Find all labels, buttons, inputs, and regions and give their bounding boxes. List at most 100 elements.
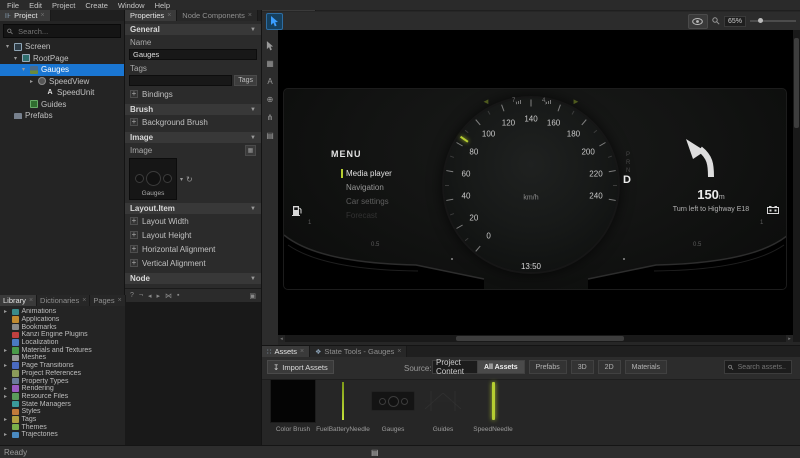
expander-icon[interactable]: ▸ xyxy=(2,393,9,400)
menu-file[interactable]: File xyxy=(2,1,24,10)
section-image[interactable]: Image ▼ xyxy=(125,132,261,143)
tab-state-tools-gauges[interactable]: ❖State Tools - Gauges× xyxy=(310,346,407,357)
expander-icon[interactable]: ▸ xyxy=(2,431,9,438)
section-layout-item[interactable]: Layout.Item ▼ xyxy=(125,203,261,214)
image-options-icon[interactable]: ▦ xyxy=(245,145,256,156)
asset-guides[interactable]: Guides xyxy=(418,369,468,435)
close-icon[interactable]: × xyxy=(300,348,304,355)
menu-window[interactable]: Window xyxy=(113,1,150,10)
preview-viewport[interactable]: 020406080100120140160180200220240km/hMEN… xyxy=(278,30,793,335)
panel-options-icon[interactable]: ▣ xyxy=(249,292,256,300)
add-layout-height-row[interactable]: +Layout Height xyxy=(125,228,261,242)
library-item-trajectories[interactable]: ▸Trajectories xyxy=(0,431,125,439)
tab-assets[interactable]: ∷Assets× xyxy=(262,346,310,357)
close-icon[interactable]: × xyxy=(118,297,122,304)
horizontal-scrollbar[interactable]: ◂ ▸ xyxy=(278,335,793,342)
grid-tool-icon[interactable]: ▦ xyxy=(264,58,276,69)
menu-project[interactable]: Project xyxy=(47,1,80,10)
add-horizontal-alignment-row[interactable]: +Horizontal Alignment xyxy=(125,242,261,256)
tree-node-speedview[interactable]: ▸SpeedView xyxy=(0,76,124,88)
tree-node-speedunit[interactable]: ASpeedUnit xyxy=(0,87,124,99)
expander-icon[interactable]: ▾ xyxy=(4,43,11,50)
select-tool-icon[interactable] xyxy=(264,40,276,51)
scroll-right-icon[interactable]: ▸ xyxy=(786,335,793,342)
expander-icon[interactable]: ▾ xyxy=(12,55,19,62)
menu-edit[interactable]: Edit xyxy=(24,1,47,10)
tags-button[interactable]: Tags xyxy=(234,75,257,86)
library-item-localization[interactable]: Localization xyxy=(0,339,125,347)
tab-pages[interactable]: Pages× xyxy=(90,295,125,306)
section-node[interactable]: Node ▼ xyxy=(125,273,261,284)
close-icon[interactable]: × xyxy=(82,297,86,304)
tab-dictionaries[interactable]: Dictionaries× xyxy=(37,295,90,306)
section-brush[interactable]: Brush ▼ xyxy=(125,104,261,115)
expander-icon[interactable]: ▸ xyxy=(28,78,35,85)
expander-icon[interactable]: ▸ xyxy=(2,416,9,423)
layers-tool-icon[interactable]: ▤ xyxy=(264,130,276,141)
library-item-tags[interactable]: ▸Tags xyxy=(0,416,125,424)
next-icon[interactable]: ▸ xyxy=(157,292,161,300)
locale-tool-icon[interactable]: ⊕ xyxy=(264,94,276,105)
scroll-left-icon[interactable]: ◂ xyxy=(278,335,285,342)
expander-icon[interactable]: ▸ xyxy=(2,362,9,369)
connections-tool-icon[interactable]: ⋔ xyxy=(264,112,276,123)
add-layout-width-row[interactable]: +Layout Width xyxy=(125,214,261,228)
library-item-styles[interactable]: Styles xyxy=(0,408,125,416)
library-item-projectrefs[interactable]: Project References xyxy=(0,370,125,378)
library-item-propertytypes[interactable]: Property Types xyxy=(0,377,125,385)
expander-icon[interactable]: ▸ xyxy=(2,385,9,392)
preview-visibility-button[interactable] xyxy=(688,14,708,29)
tree-node-guides[interactable]: Guides xyxy=(0,99,124,111)
text-tool-icon[interactable]: A xyxy=(264,76,276,87)
library-item-plugins[interactable]: Kanzi Engine Plugins xyxy=(0,331,125,339)
section-general[interactable]: General ▼ xyxy=(125,24,261,35)
library-item-meshes[interactable]: Meshes xyxy=(0,354,125,362)
asset-colorbrush[interactable]: Color Brush xyxy=(268,369,318,435)
plus-icon[interactable]: + xyxy=(130,118,138,126)
library-item-themes[interactable]: Themes xyxy=(0,423,125,431)
lock-icon[interactable]: ▪ xyxy=(177,292,179,299)
help-icon[interactable]: ? xyxy=(130,292,134,299)
library-item-materials[interactable]: ▸Materials and Textures xyxy=(0,346,125,354)
horizontal-scroll-thumb[interactable] xyxy=(456,336,624,341)
plus-icon[interactable]: + xyxy=(130,90,138,98)
library-item-resourcefiles[interactable]: ▸Resource Files xyxy=(0,393,125,401)
asset-cluster[interactable]: Gauges xyxy=(368,369,418,435)
project-search-input[interactable] xyxy=(16,26,117,37)
library-item-statemanagers[interactable]: State Managers xyxy=(0,400,125,408)
close-icon[interactable]: × xyxy=(40,12,44,19)
library-item-animations[interactable]: ▸Animations xyxy=(0,308,125,316)
tags-field[interactable] xyxy=(129,75,232,86)
interact-tool-button[interactable] xyxy=(266,13,283,30)
expander-icon[interactable]: ▾ xyxy=(20,66,27,73)
name-field[interactable] xyxy=(129,49,257,60)
prev-icon[interactable]: ◂ xyxy=(148,292,152,300)
image-thumbnail[interactable]: Gauges xyxy=(129,158,177,200)
expander-icon[interactable]: ▸ xyxy=(2,347,9,354)
plus-icon[interactable]: + xyxy=(130,231,138,239)
tree-node-screen[interactable]: ▾Screen xyxy=(0,41,124,53)
library-item-pagetransitions[interactable]: ▸Page Transitions xyxy=(0,362,125,370)
expander-icon[interactable]: ▸ xyxy=(2,308,9,315)
asset-needle[interactable]: FuelBatteryNeedle xyxy=(318,369,368,435)
close-icon[interactable]: × xyxy=(397,348,401,355)
tree-node-prefabs[interactable]: Prefabs xyxy=(0,110,124,122)
plus-icon[interactable]: + xyxy=(130,245,138,253)
add-bindings-row[interactable]: + Bindings xyxy=(125,87,261,101)
plus-icon[interactable]: + xyxy=(130,217,138,225)
refresh-icon[interactable]: ↻ xyxy=(186,175,193,184)
plus-icon[interactable]: + xyxy=(130,259,138,267)
chevron-down-icon[interactable]: ▾ xyxy=(180,176,183,183)
tab-library[interactable]: Library× xyxy=(0,295,37,306)
vertical-scrollbar[interactable] xyxy=(793,30,800,342)
tab-project[interactable]: ⊪ Project × xyxy=(0,10,51,21)
tab-properties[interactable]: Properties× xyxy=(125,10,177,21)
zoom-level-value[interactable]: 65% xyxy=(724,16,746,27)
swap-icon[interactable]: ⋈ xyxy=(165,292,172,300)
vertical-scroll-thumb[interactable] xyxy=(794,38,799,128)
filter-icon[interactable]: ¬ xyxy=(139,292,143,299)
library-item-bookmarks[interactable]: Bookmarks xyxy=(0,323,125,331)
tab-node-components[interactable]: Node Components× xyxy=(177,10,258,21)
project-search[interactable] xyxy=(3,24,121,38)
close-icon[interactable]: × xyxy=(29,297,33,304)
